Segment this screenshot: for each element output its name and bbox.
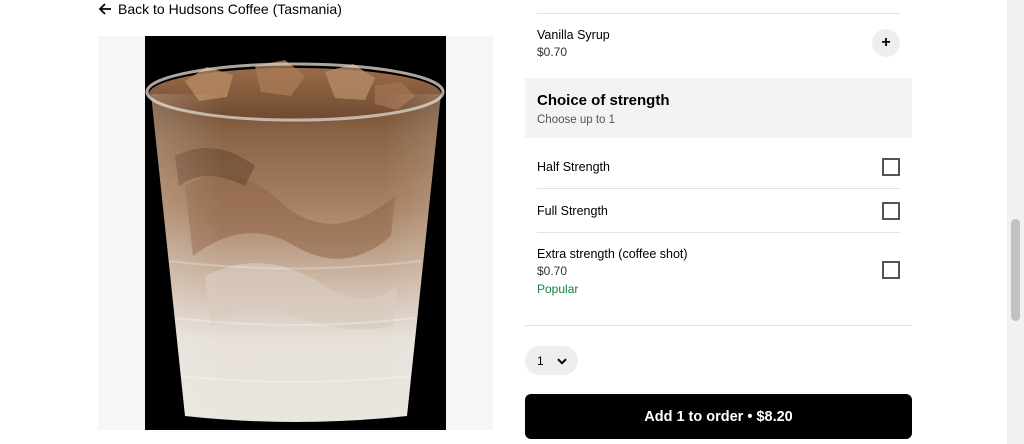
plus-icon: + <box>881 34 891 51</box>
add-vanilla-syrup-button[interactable]: + <box>872 29 900 57</box>
divider <box>537 232 900 233</box>
option-title: Half Strength <box>537 160 610 174</box>
divider <box>537 188 900 189</box>
back-link-label: Back to Hudsons Coffee (Tasmania) <box>118 1 342 17</box>
arrow-left-icon <box>98 2 112 16</box>
chevron-down-icon <box>557 354 567 368</box>
product-image-panel <box>98 36 493 430</box>
option-half-strength[interactable]: Half Strength <box>537 160 900 174</box>
option-vanilla-syrup: Vanilla Syrup $0.70 <box>537 28 900 59</box>
scrollbar[interactable] <box>1007 0 1024 444</box>
back-link[interactable]: Back to Hudsons Coffee (Tasmania) <box>98 0 342 18</box>
option-extra-strength[interactable]: Extra strength (coffee shot) $0.70 Popul… <box>537 247 900 296</box>
add-to-order-label: Add 1 to order • $8.20 <box>644 408 793 425</box>
option-price: $0.70 <box>537 45 568 59</box>
option-title: Extra strength (coffee shot) <box>537 247 688 261</box>
product-image <box>145 36 446 430</box>
add-to-order-button[interactable]: Add 1 to order • $8.20 <box>525 394 912 439</box>
quantity-value: 1 <box>537 353 544 368</box>
option-full-strength[interactable]: Full Strength <box>537 204 900 218</box>
extra-strength-checkbox[interactable] <box>882 261 900 279</box>
divider <box>525 325 912 326</box>
scrollbar-thumb[interactable] <box>1011 219 1020 321</box>
divider <box>537 13 900 14</box>
strength-section-header: Choice of strength Choose up to 1 <box>525 78 912 138</box>
full-strength-checkbox[interactable] <box>882 202 900 220</box>
option-title: Full Strength <box>537 204 608 218</box>
option-title: Vanilla Syrup <box>537 28 610 42</box>
option-price: $0.70 <box>537 264 568 278</box>
half-strength-checkbox[interactable] <box>882 158 900 176</box>
quantity-selector[interactable]: 1 <box>525 346 578 375</box>
section-title: Choice of strength <box>537 92 670 109</box>
popular-badge: Popular <box>537 282 579 296</box>
section-subtitle: Choose up to 1 <box>537 114 616 126</box>
